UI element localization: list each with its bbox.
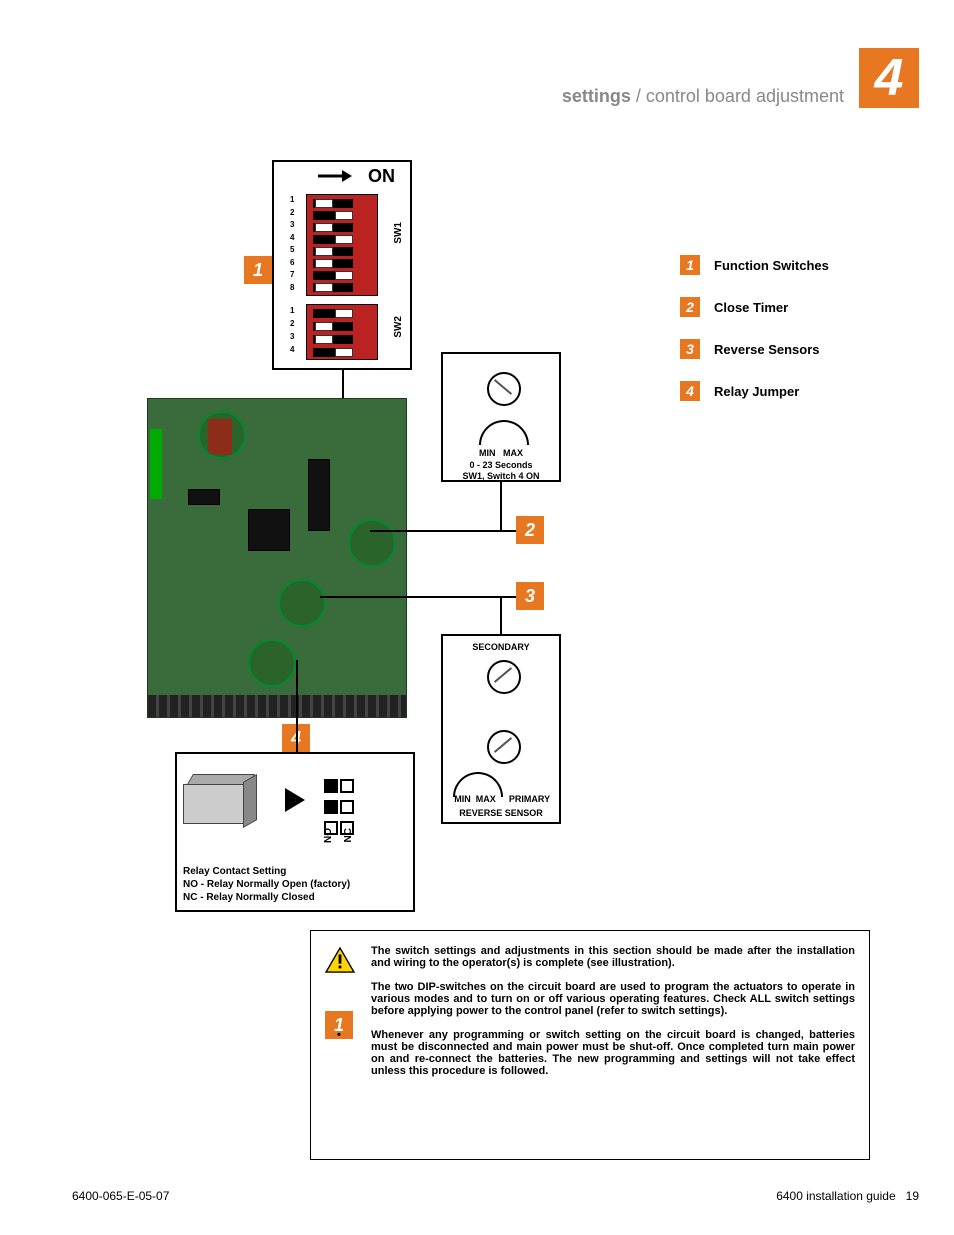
legend-label: Reverse Sensors — [714, 342, 820, 357]
dip-sw2-numbers: 1234 — [290, 304, 294, 356]
legend: 1Function Switches 2Close Timer 3Reverse… — [680, 255, 829, 423]
legend-row: 4Relay Jumper — [680, 381, 829, 401]
close-timer-diagram: MIN MAX 0 - 23 Seconds SW1, Switch 4 ON — [441, 352, 561, 482]
arrow-right-icon — [318, 168, 352, 189]
pcb-chip — [308, 459, 330, 531]
pcb-callout-circle-1 — [198, 411, 246, 459]
reverse-secondary-label: SECONDARY — [443, 642, 559, 652]
info-paragraph-1: The switch settings and adjustments in t… — [371, 945, 855, 969]
footer-right: 6400 installation guide 19 — [776, 1189, 919, 1203]
reverse-primary-label: PRIMARY — [502, 794, 557, 804]
relay-box-icon — [183, 774, 263, 824]
pcb-terminal-strip — [148, 695, 406, 717]
dip-sw2-block — [306, 304, 378, 360]
potentiometer-icon — [479, 420, 529, 445]
relay-note: Relay Contact Setting NO - Relay Normall… — [183, 865, 350, 904]
screw-icon — [487, 730, 521, 764]
pcb-chip — [188, 489, 220, 505]
reverse-sensor-diagram: SECONDARY MIN MAX PRIMARY REVERSE SENSOR — [441, 634, 561, 824]
legend-label: Function Switches — [714, 258, 829, 273]
dip-sw1-block — [306, 194, 378, 296]
legend-row: 3Reverse Sensors — [680, 339, 829, 359]
close-timer-switch-note: SW1, Switch 4 ON — [443, 471, 559, 481]
legend-label: Relay Jumper — [714, 384, 799, 399]
screw-icon — [487, 372, 521, 406]
footer-page-number: 19 — [906, 1189, 919, 1203]
dip-sw1-name: SW1 — [393, 222, 404, 244]
close-timer-range: 0 - 23 Seconds — [443, 460, 559, 470]
connector-line — [500, 596, 502, 634]
footer-doc-code: 6400-065-E-05-07 — [72, 1189, 169, 1203]
info-paragraph-3: •Whenever any programming or switch sett… — [371, 1029, 855, 1077]
bullet-icon: • — [337, 1029, 341, 1041]
callout-3-badge: 3 — [516, 582, 544, 610]
pcb-callout-circle-4 — [248, 639, 296, 687]
page: 4 settings / control board adjustment ON… — [0, 0, 954, 1235]
relay-jumper-diagram: NO NC Relay Contact Setting NO - Relay N… — [175, 752, 415, 912]
circuit-board-illustration — [147, 398, 407, 718]
jumper-header-icon — [323, 778, 355, 820]
breadcrumb: settings / control board adjustment — [562, 86, 844, 107]
arrow-right-icon — [285, 788, 305, 812]
legend-row: 1Function Switches — [680, 255, 829, 275]
reverse-sensor-title: REVERSE SENSOR — [443, 808, 559, 818]
connector-line — [296, 660, 298, 752]
chapter-badge: 4 — [859, 48, 919, 108]
connector-line — [370, 530, 516, 532]
connector-line — [500, 482, 502, 530]
breadcrumb-rest: / control board adjustment — [631, 86, 844, 106]
pcb-callout-circle-2 — [348, 519, 396, 567]
connector-line — [320, 596, 516, 598]
legend-label: Close Timer — [714, 300, 788, 315]
callout-1-badge: 1 — [244, 256, 272, 284]
dip-sw2-name: SW2 — [393, 316, 404, 338]
footer-doc-title: 6400 installation guide — [776, 1189, 895, 1203]
dip-sw1-numbers: 12345678 — [290, 194, 294, 294]
screw-icon — [487, 660, 521, 694]
breadcrumb-bold: settings — [562, 86, 631, 106]
pcb-chip — [248, 509, 290, 551]
info-paragraph-2: The two DIP-switches on the circuit boar… — [371, 981, 855, 1017]
legend-row: 2Close Timer — [680, 297, 829, 317]
relay-nc-label: NC — [343, 828, 354, 842]
pcb-connector — [150, 429, 162, 499]
callout-2-badge: 2 — [516, 516, 544, 544]
dip-on-label: ON — [368, 166, 395, 187]
dip-switch-diagram: ON 12345678 1234 SW1 SW2 — [272, 160, 412, 370]
relay-no-label: NO — [323, 828, 334, 843]
pcb-callout-circle-3 — [278, 579, 326, 627]
warning-icon — [325, 947, 355, 973]
info-panel: 1 The switch settings and adjustments in… — [310, 930, 870, 1160]
connector-line — [342, 370, 344, 398]
